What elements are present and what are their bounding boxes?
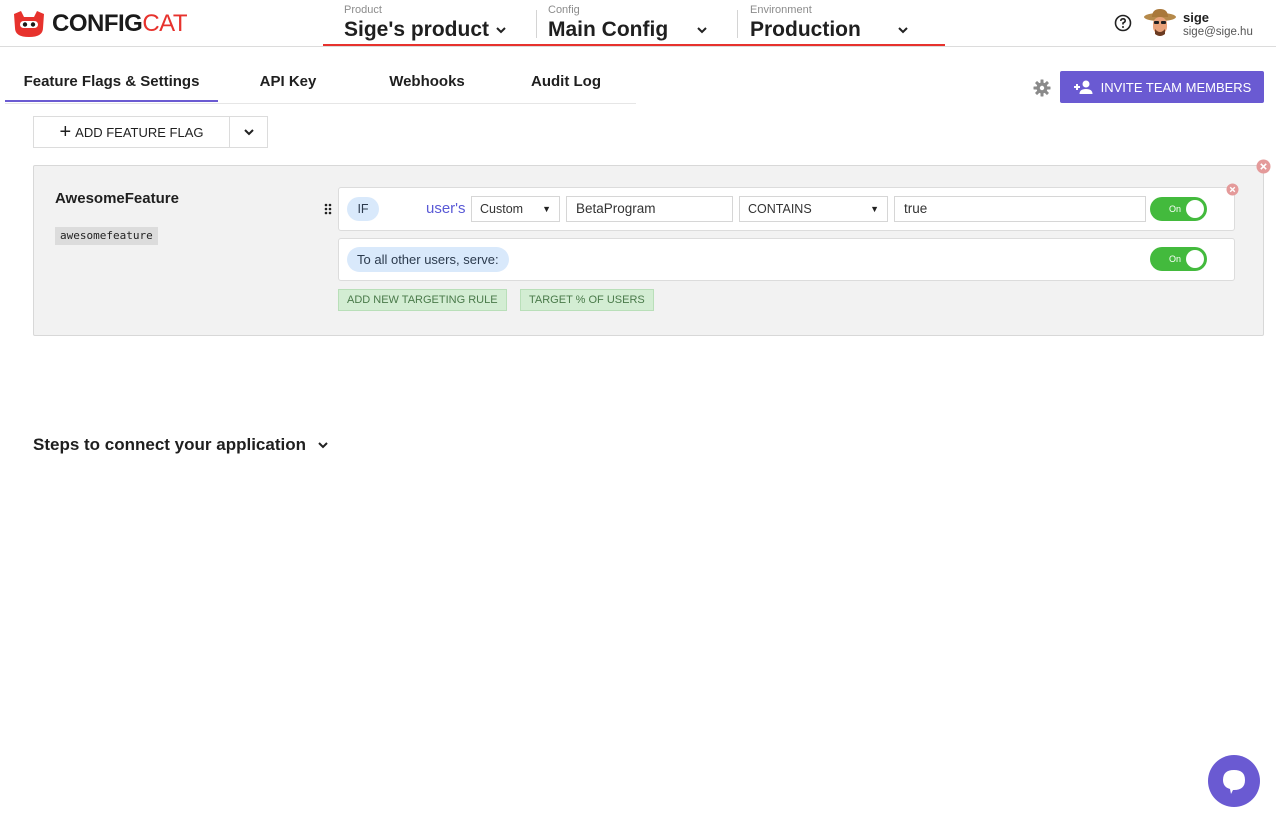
environment-selector[interactable]: Environment Production bbox=[750, 4, 911, 44]
avatar[interactable] bbox=[1143, 7, 1177, 41]
chat-bubble-icon bbox=[1223, 770, 1245, 794]
selector-divider bbox=[536, 10, 537, 38]
flag-name: AwesomeFeature bbox=[55, 190, 179, 207]
toggle-label: On bbox=[1169, 254, 1182, 264]
dropdown-arrow-icon: ▼ bbox=[870, 204, 879, 214]
invite-button-label: INVITE TEAM MEMBERS bbox=[1100, 79, 1252, 95]
cat-logo-icon bbox=[14, 11, 44, 37]
default-serve-toggle[interactable]: On bbox=[1150, 247, 1207, 271]
environment-label: Environment bbox=[750, 4, 812, 16]
chat-button[interactable] bbox=[1208, 755, 1260, 807]
attribute-name-input[interactable]: BetaProgram bbox=[566, 196, 733, 222]
default-serve-label: To all other users, serve: bbox=[347, 247, 509, 272]
add-feature-flag-label: ADD FEATURE FLAG bbox=[75, 124, 204, 140]
users-text: user's bbox=[426, 200, 466, 217]
configcat-logo[interactable]: CONFIGCAT bbox=[12, 9, 188, 39]
dropdown-arrow-icon: ▼ bbox=[542, 204, 551, 214]
comparator-select-value: CONTAINS bbox=[748, 202, 812, 216]
product-label: Product bbox=[344, 4, 382, 16]
toggle-knob bbox=[1186, 250, 1204, 268]
delete-rule-icon[interactable] bbox=[1226, 183, 1239, 196]
logo-text-strong: CONFIG bbox=[52, 10, 143, 37]
tab-webhooks[interactable]: Webhooks bbox=[371, 62, 483, 102]
tab-audit-log[interactable]: Audit Log bbox=[513, 62, 619, 102]
help-icon[interactable] bbox=[1114, 14, 1132, 32]
chevron-down-icon bbox=[243, 129, 254, 136]
environment-value: Production bbox=[750, 18, 861, 41]
toggle-label: On bbox=[1169, 204, 1182, 214]
comparator-select[interactable]: CONTAINS ▼ bbox=[739, 196, 888, 222]
tab-api-key[interactable]: API Key bbox=[238, 62, 338, 102]
drag-handle-icon[interactable] bbox=[324, 203, 332, 215]
add-targeting-rule-button[interactable]: ADD NEW TARGETING RULE bbox=[338, 289, 507, 311]
add-feature-flag-group: + ADD FEATURE FLAG bbox=[33, 116, 268, 148]
plus-icon: + bbox=[59, 121, 72, 143]
if-label: IF bbox=[347, 197, 379, 221]
comparison-value-input[interactable]: true bbox=[894, 196, 1146, 222]
attribute-select-value: Custom bbox=[480, 202, 524, 216]
chevron-down-icon bbox=[496, 27, 506, 34]
add-user-icon bbox=[1073, 80, 1093, 94]
toggle-knob bbox=[1186, 200, 1204, 218]
tab-feature-flags[interactable]: Feature Flags & Settings bbox=[5, 62, 218, 102]
logo-text-light: CAT bbox=[142, 10, 188, 37]
environment-underline bbox=[323, 44, 945, 46]
product-selector[interactable]: Product Sige's product bbox=[344, 4, 509, 44]
top-header: CONFIGCAT Product Sige's product Config … bbox=[0, 0, 1276, 47]
product-value: Sige's product bbox=[344, 18, 490, 41]
user-email: sige@sige.hu bbox=[1183, 26, 1253, 38]
tab-bar: Feature Flags & Settings API Key Webhook… bbox=[5, 62, 636, 104]
config-label: Config bbox=[548, 4, 580, 16]
chevron-down-icon bbox=[318, 442, 328, 449]
config-selector[interactable]: Config Main Config bbox=[548, 4, 710, 44]
attribute-select[interactable]: Custom ▼ bbox=[471, 196, 560, 222]
user-name[interactable]: sige bbox=[1183, 11, 1209, 25]
logo-wordmark: CONFIGCAT bbox=[52, 9, 188, 39]
add-feature-flag-button[interactable]: + ADD FEATURE FLAG bbox=[34, 117, 229, 147]
config-value: Main Config bbox=[548, 18, 669, 41]
target-percent-button[interactable]: TARGET % OF USERS bbox=[520, 289, 654, 311]
chevron-down-icon bbox=[898, 27, 908, 34]
gear-icon[interactable] bbox=[1032, 78, 1052, 98]
rule-serve-toggle[interactable]: On bbox=[1150, 197, 1207, 221]
selector-divider bbox=[737, 10, 738, 38]
flag-key[interactable]: awesomefeature bbox=[55, 227, 158, 245]
invite-team-members-button[interactable]: INVITE TEAM MEMBERS bbox=[1060, 71, 1264, 103]
steps-to-connect-toggle[interactable]: Steps to connect your application bbox=[33, 435, 330, 455]
add-feature-flag-dropdown[interactable] bbox=[229, 117, 267, 147]
delete-flag-icon[interactable] bbox=[1256, 159, 1271, 174]
chevron-down-icon bbox=[697, 27, 707, 34]
steps-label: Steps to connect your application bbox=[33, 435, 306, 454]
